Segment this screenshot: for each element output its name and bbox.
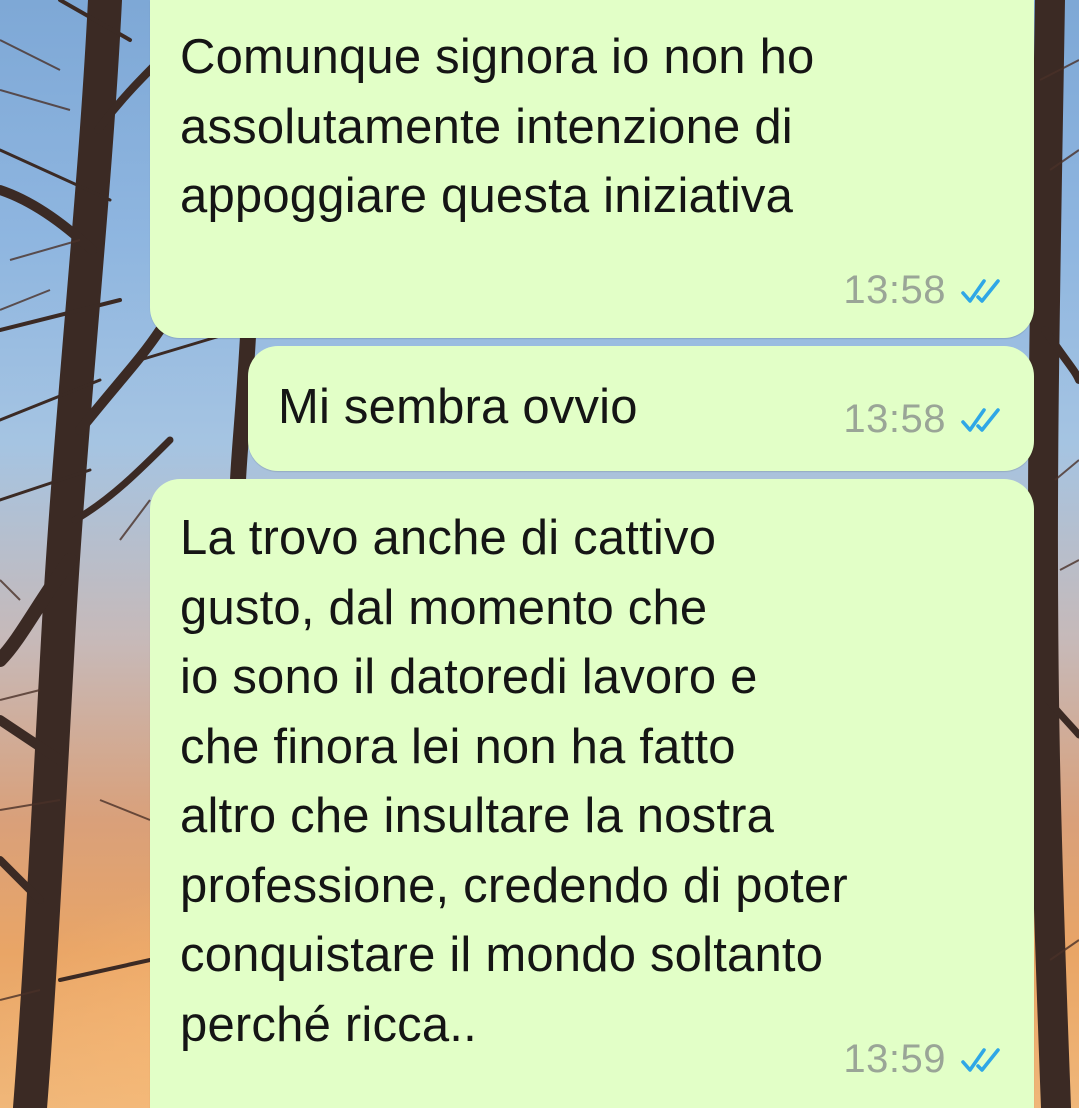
message-text: Mi sembra ovvio [278,380,638,434]
message-bubble-outgoing[interactable]: Comunque signora io non ho assolutamente… [150,0,1034,338]
message-meta: 13:58 [843,268,1006,313]
message-meta: 13:59 [843,1037,1006,1082]
message-timestamp: 13:58 [843,268,946,312]
message-bubble-outgoing[interactable]: La trovo anche di cattivo gusto, dal mom… [150,479,1034,1108]
double-check-read-icon [961,1047,1000,1072]
message-text: Comunque signora io non ho assolutamente… [180,30,815,223]
double-check-read-icon [961,278,1000,303]
message-meta: 13:58 [843,397,1006,442]
message-bubble-outgoing[interactable]: Mi sembra ovvio 13:58 [248,346,1034,471]
double-check-read-icon [961,407,1000,432]
message-timestamp: 13:59 [843,1037,946,1081]
message-text: La trovo anche di cattivo gusto, dal mom… [180,511,848,1052]
message-timestamp: 13:58 [843,397,946,441]
